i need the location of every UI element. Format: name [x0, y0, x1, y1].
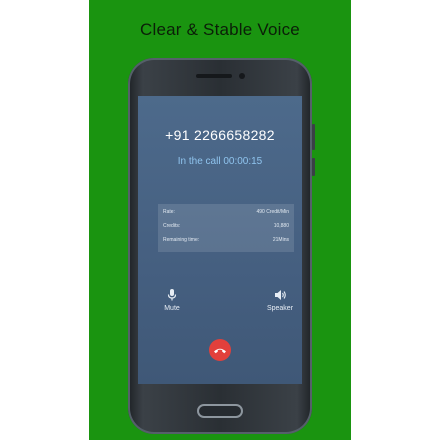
- call-info-panel: Rate: 490 Credit/Min Credits: 10,880 Rem…: [158, 204, 294, 252]
- info-value: 10,880: [273, 223, 289, 229]
- volume-button: [312, 124, 315, 150]
- speaker-label: Speaker: [266, 305, 294, 312]
- info-label: Remaining time:: [163, 237, 200, 243]
- end-call-button[interactable]: [209, 339, 231, 361]
- microphone-icon: [152, 288, 192, 302]
- info-value: 490 Credit/Min: [256, 209, 289, 215]
- home-button: [197, 404, 243, 418]
- front-camera: [239, 73, 245, 79]
- info-label: Rate:: [163, 209, 175, 215]
- phone-number: +91 2266658282: [165, 127, 275, 143]
- earpiece-speaker: [196, 74, 232, 78]
- speaker-icon: [260, 288, 300, 302]
- call-screen: +91 2266658282 In the call 00:00:15 Rate…: [138, 96, 302, 384]
- info-value: 21Mins: [272, 237, 289, 243]
- end-call-icon: [214, 348, 226, 354]
- phone-mockup: +91 2266658282 In the call 00:00:15 Rate…: [128, 58, 315, 434]
- info-row-remaining-time: Remaining time: 21Mins: [163, 235, 289, 245]
- promo-banner: Clear & Stable Voice +91 2266658282 In t…: [89, 0, 351, 440]
- info-label: Credits:: [163, 223, 181, 229]
- mute-label: Mute: [164, 305, 180, 312]
- info-row-rate: Rate: 490 Credit/Min: [163, 207, 289, 217]
- power-button: [312, 158, 315, 176]
- info-row-credits: Credits: 10,880: [163, 221, 289, 231]
- call-status: In the call 00:00:15: [177, 156, 263, 167]
- mute-button[interactable]: Mute: [152, 288, 192, 312]
- speaker-button[interactable]: Speaker: [260, 288, 300, 312]
- banner-headline: Clear & Stable Voice: [140, 20, 300, 39]
